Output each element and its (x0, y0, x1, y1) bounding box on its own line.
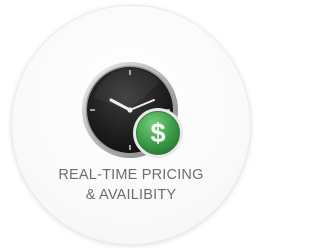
feature-title-line-2: & AVAILIBITY (85, 187, 177, 203)
page: $ REAL-TIME PRICING & AVAILIBITY (0, 0, 262, 248)
coin-symbol: $ (150, 118, 165, 148)
dollar-coin-icon: $ (133, 108, 183, 158)
feature-title-line-1: REAL-TIME PRICING (58, 167, 204, 183)
